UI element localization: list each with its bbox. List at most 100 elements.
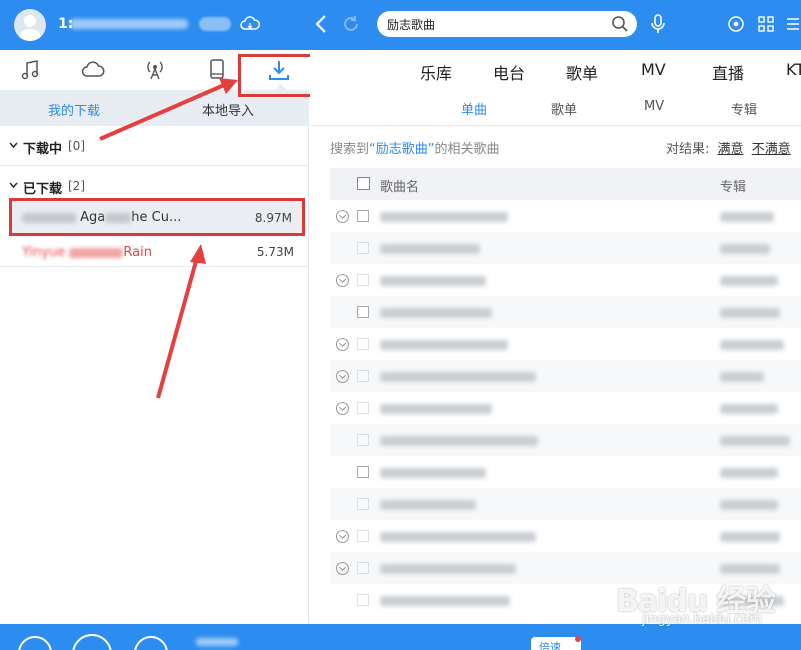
menu-icon[interactable] [786,15,800,33]
table-row[interactable] [330,264,801,296]
download-list-item[interactable]: Yinyue Rain 5.73M [12,236,304,270]
album-name-blurred [720,372,764,382]
song-name-blurred [380,340,508,350]
table-row[interactable] [330,424,801,456]
tab-live[interactable]: 直播 [712,60,744,84]
search-input[interactable] [387,15,602,33]
row-checkbox[interactable] [357,370,369,382]
tab-mv-results[interactable]: MV [644,99,664,114]
back-arrow-icon[interactable] [312,12,332,36]
tab-music-library[interactable]: 乐库 [420,60,452,84]
apps-grid-icon[interactable] [757,15,775,33]
refresh-icon[interactable] [340,13,362,35]
album-name-blurred [720,564,780,574]
row-checkbox[interactable] [357,274,369,286]
left-panel: 我的下载 本地导入 下载中 [0] 已下载 [2] Aga he Cu... 8.… [0,50,309,624]
table-row[interactable] [330,296,801,328]
tab-my-downloads[interactable]: 我的下载 [48,100,100,119]
album-name-blurred [720,340,784,350]
table-row[interactable] [330,392,801,424]
next-button[interactable] [134,636,168,650]
file-size: 8.97M [254,211,292,225]
downloading-title: 下载中 [23,142,63,157]
music-library-icon[interactable] [18,58,44,82]
tab-songs[interactable]: 单曲 [461,99,487,118]
album-name-blurred [720,244,770,254]
song-name-blurred [380,468,486,478]
album-name-blurred [720,276,778,286]
row-checkbox[interactable] [357,530,369,542]
album-name-blurred [720,404,778,414]
album-name-blurred [720,308,780,318]
song-name-blurred [380,564,516,574]
expand-icon[interactable] [336,370,349,383]
section-downloading[interactable]: 下载中 [0] [0,126,309,166]
row-checkbox[interactable] [357,402,369,414]
cloud-icon[interactable] [80,58,106,82]
tab-radio[interactable]: 电台 [493,60,525,84]
row-checkbox[interactable] [357,242,369,254]
tab-playlists[interactable]: 歌单 [566,60,598,84]
watermark-url: jingyan.baidu.com [642,612,762,627]
song-name-blurred [380,532,536,542]
row-checkbox[interactable] [357,306,369,318]
row-checkbox[interactable] [357,594,369,606]
search-box[interactable] [377,11,637,37]
feedback-unsatisfied-link[interactable]: 不满意 [752,142,791,157]
song-name-blurred [380,308,492,318]
expand-icon[interactable] [336,530,349,543]
select-all-checkbox[interactable] [357,177,370,190]
play-button[interactable] [72,634,112,650]
notification-dot [575,636,581,642]
table-row[interactable] [330,232,801,264]
expand-icon[interactable] [336,338,349,351]
chevron-down-icon [9,142,18,149]
voice-search-icon[interactable] [648,13,668,35]
tab-mv[interactable]: MV [641,60,666,79]
expand-icon[interactable] [336,210,349,223]
row-checkbox[interactable] [357,466,369,478]
table-row[interactable] [330,360,801,392]
download-list-item[interactable]: Aga he Cu... 8.97M [9,198,305,236]
song-name-blurred [380,244,480,254]
file-size: 5.73M [256,245,294,259]
user-avatar[interactable] [14,9,46,41]
expand-icon[interactable] [336,402,349,415]
table-row[interactable] [330,456,801,488]
table-row[interactable] [330,328,801,360]
downloading-count: [0] [68,139,85,153]
vip-badge[interactable] [199,17,231,31]
annotation-highlight-download-tab [238,54,318,97]
previous-button[interactable] [18,636,52,650]
expand-icon[interactable] [336,274,349,287]
song-name-blurred [380,436,538,446]
device-icon[interactable] [204,58,230,82]
speed-button[interactable]: 倍速 [531,637,581,650]
feedback-satisfied-link[interactable]: 满意 [718,142,744,157]
row-checkbox[interactable] [357,210,369,222]
song-name-blurred [380,500,476,510]
row-checkbox[interactable] [357,434,369,446]
watermark: Baidu 经验 jingyan.baidu.com [616,576,786,642]
radio-icon[interactable] [142,58,168,82]
table-row[interactable] [330,488,801,520]
song-name-blurred [380,404,492,414]
tab-albums[interactable]: 专辑 [731,99,757,118]
table-row[interactable] [330,520,801,552]
cloud-sync-icon[interactable] [240,14,260,34]
title-bar: 1: [0,0,801,50]
row-checkbox[interactable] [357,498,369,510]
row-checkbox[interactable] [357,562,369,574]
now-playing-blurred [196,638,238,646]
search-icon[interactable] [611,15,629,33]
result-feedback: 对结果: 满意 不满意 [666,142,791,157]
expand-icon[interactable] [336,562,349,575]
tab-ktv[interactable]: KT [786,60,801,79]
tab-local-import[interactable]: 本地导入 [202,100,254,119]
search-result-tabs: 单曲 歌单 MV 专辑 [310,90,801,126]
tab-song-lists[interactable]: 歌单 [551,99,577,118]
album-name-blurred [720,532,780,542]
row-checkbox[interactable] [357,338,369,350]
table-row[interactable] [330,200,801,232]
target-icon[interactable] [727,15,745,33]
